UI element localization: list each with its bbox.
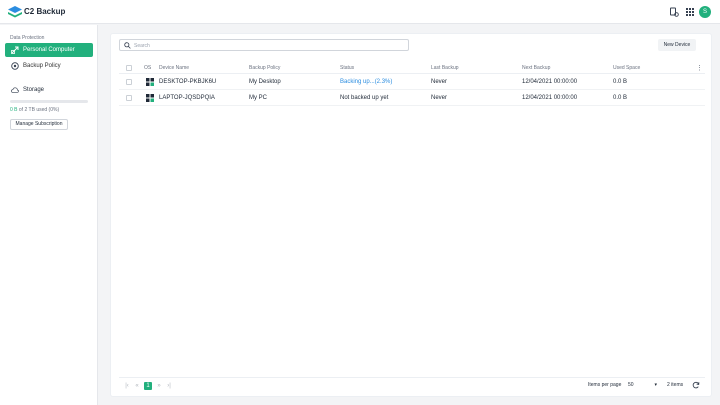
app-title: C2 Backup bbox=[24, 7, 66, 16]
items-per-page-label: Items per page bbox=[588, 382, 622, 388]
search-input[interactable] bbox=[134, 41, 404, 50]
column-used-space[interactable]: Used Space bbox=[613, 65, 640, 71]
column-backup-policy[interactable]: Backup Policy bbox=[249, 65, 280, 71]
backup-policy: My PC bbox=[249, 95, 267, 101]
refresh-icon[interactable] bbox=[692, 381, 700, 389]
column-os[interactable]: OS bbox=[144, 65, 151, 71]
column-next-backup[interactable]: Next Backup bbox=[522, 65, 550, 71]
next-page-icon[interactable]: » bbox=[155, 382, 163, 390]
last-backup: Never bbox=[431, 79, 448, 85]
page-button-current[interactable]: 1 bbox=[144, 382, 152, 390]
sidebar-item-storage[interactable]: Storage bbox=[5, 83, 93, 97]
backup-status-link[interactable]: Backing up...(2.3%) bbox=[340, 79, 392, 85]
used-space: 0.0 B bbox=[613, 95, 628, 101]
next-backup: 12/04/2021 00:00:00 bbox=[522, 79, 578, 85]
backup-policy: My Desktop bbox=[249, 79, 281, 85]
table-header: OS Device Name Backup Policy Status Last… bbox=[119, 62, 705, 74]
storage-label: Storage bbox=[23, 87, 45, 93]
notification-settings-icon[interactable] bbox=[669, 7, 679, 17]
backup-status: Not backed up yet bbox=[340, 95, 389, 101]
search-box[interactable] bbox=[119, 39, 409, 51]
windows-icon bbox=[146, 78, 154, 86]
items-per-page-select[interactable]: 50 ▾ bbox=[626, 381, 658, 390]
row-checkbox[interactable] bbox=[126, 95, 132, 101]
top-bar: C2 Backup S bbox=[0, 0, 720, 24]
column-device-name[interactable]: Device Name bbox=[159, 65, 189, 71]
sidebar-item-label: Backup Policy bbox=[23, 63, 61, 69]
computer-link-icon bbox=[11, 46, 19, 54]
next-backup: 12/04/2021 00:00:00 bbox=[522, 95, 578, 101]
column-status[interactable]: Status bbox=[340, 65, 354, 71]
chevron-down-icon: ▾ bbox=[654, 382, 657, 388]
section-label-data-protection: Data Protection bbox=[10, 35, 45, 41]
used-space: 0.0 B bbox=[613, 79, 628, 85]
storage-used-value: 0 B bbox=[10, 107, 18, 113]
apps-grid-icon[interactable] bbox=[685, 7, 695, 17]
column-last-backup[interactable]: Last Backup bbox=[431, 65, 459, 71]
search-icon bbox=[124, 42, 131, 49]
device-name[interactable]: DESKTOP-PKBJK6U bbox=[159, 79, 216, 85]
last-page-icon[interactable]: ›| bbox=[165, 382, 173, 390]
first-page-icon[interactable]: |‹ bbox=[123, 382, 131, 390]
storage-usage-text: 0 B of 2 TB used (0%) bbox=[10, 107, 59, 113]
storage-total-text: of 2 TB used (0%) bbox=[17, 107, 60, 113]
manage-subscription-button[interactable]: Manage Subscription bbox=[10, 119, 68, 130]
user-avatar[interactable]: S bbox=[699, 6, 711, 18]
storage-usage-bar bbox=[10, 100, 88, 103]
sidebar-item-label: Personal Computer bbox=[23, 47, 75, 53]
cloud-icon bbox=[11, 87, 19, 93]
row-checkbox[interactable] bbox=[126, 79, 132, 85]
column-options-icon[interactable]: ⋮ bbox=[696, 64, 703, 72]
last-backup: Never bbox=[431, 95, 448, 101]
devices-panel: New Device OS Device Name Backup Policy … bbox=[110, 33, 712, 397]
items-per-page-value: 50 bbox=[628, 382, 634, 388]
items-count: 2 items bbox=[667, 382, 684, 388]
prev-page-icon[interactable]: « bbox=[133, 382, 141, 390]
policy-icon bbox=[11, 62, 19, 70]
sidebar-item-backup-policy[interactable]: Backup Policy bbox=[5, 59, 93, 73]
pagination-bar: |‹ « 1 » ›| Items per page 50 ▾ 2 items bbox=[119, 377, 705, 391]
c2-logo-icon bbox=[8, 6, 22, 18]
select-all-checkbox[interactable] bbox=[126, 65, 132, 71]
windows-icon bbox=[146, 94, 154, 102]
table-row[interactable]: DESKTOP-PKBJK6U My Desktop Backing up...… bbox=[119, 74, 705, 90]
new-device-button[interactable]: New Device bbox=[658, 39, 696, 51]
sidebar: Data Protection Personal Computer Backup… bbox=[0, 25, 98, 405]
device-name[interactable]: LAPTOP-JQSDPQIA bbox=[159, 95, 215, 101]
table-row[interactable]: LAPTOP-JQSDPQIA My PC Not backed up yet … bbox=[119, 90, 705, 106]
sidebar-item-personal-computer[interactable]: Personal Computer bbox=[5, 43, 93, 57]
